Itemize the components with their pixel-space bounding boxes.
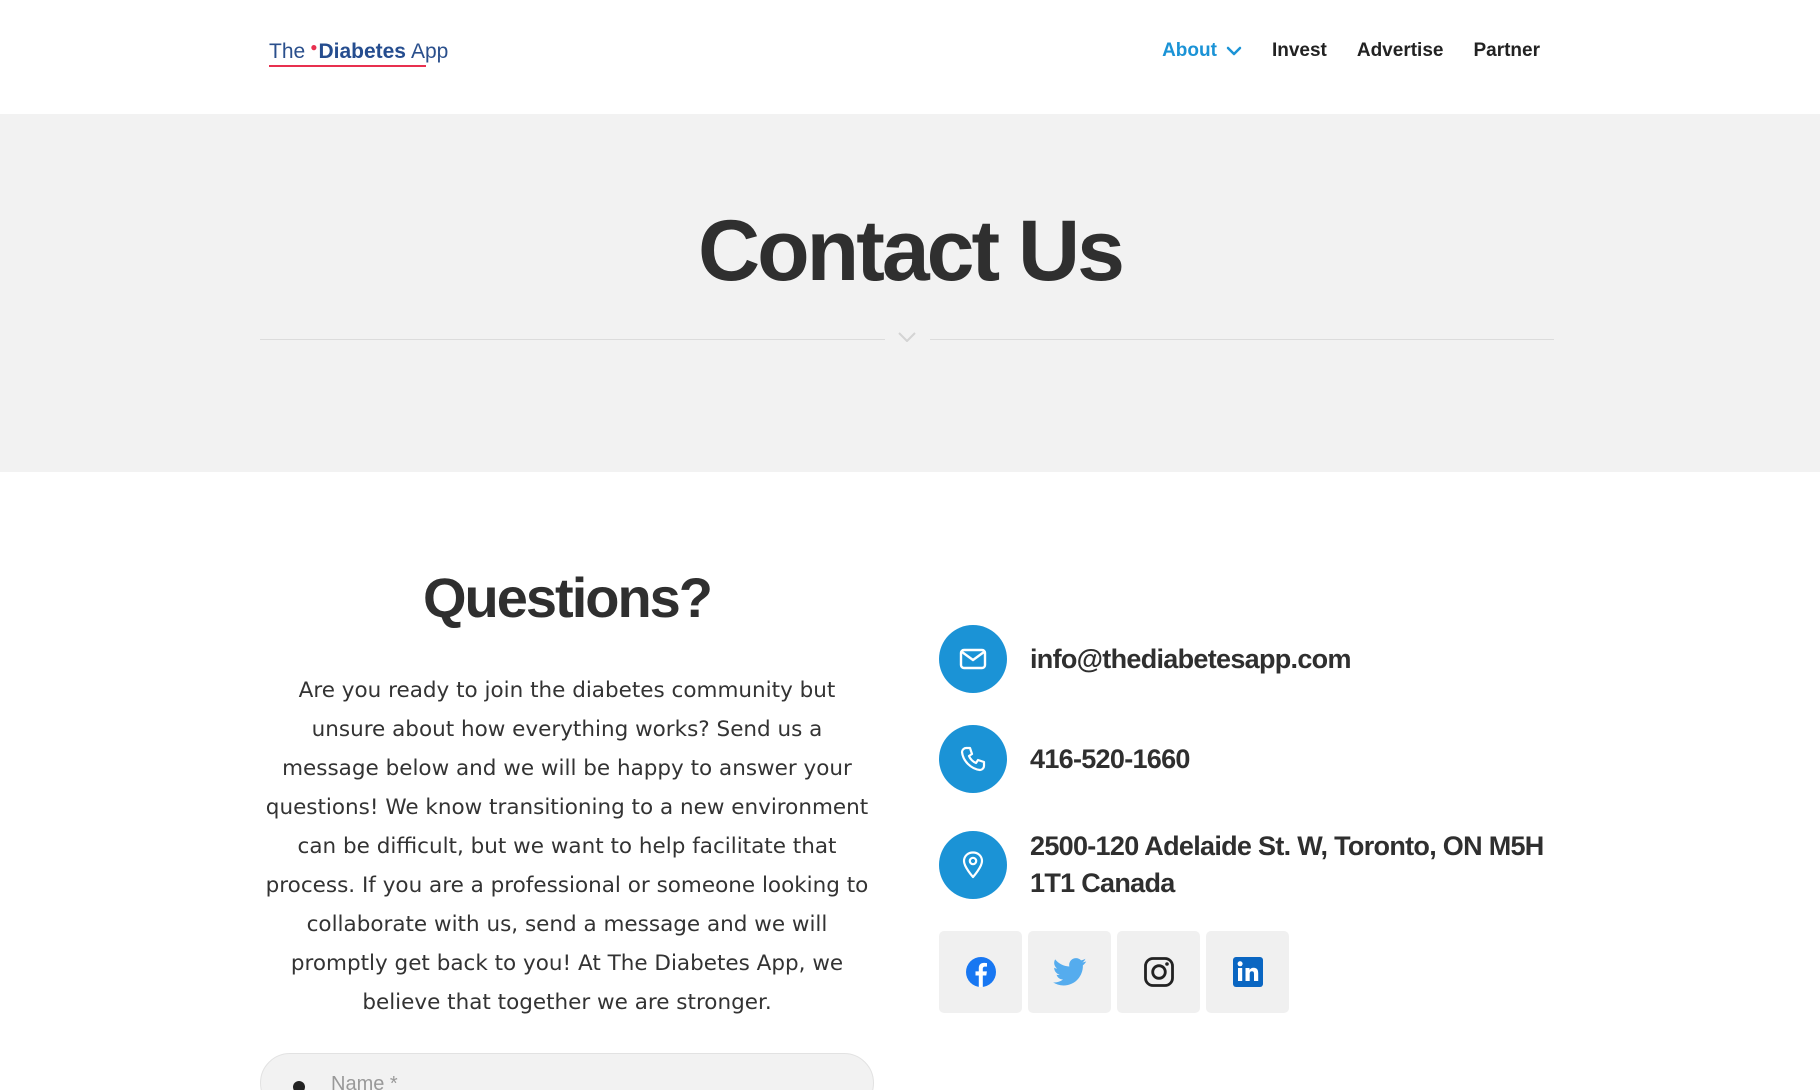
linkedin-icon — [1232, 957, 1263, 987]
twitter-icon — [1052, 958, 1086, 986]
contact-email-row[interactable]: info@thediabetesapp.com — [939, 625, 1351, 693]
site-logo[interactable]: The ● Diabetes App — [269, 40, 448, 64]
logo-text-diabetes: Diabetes — [318, 40, 406, 63]
nav-item-label: Partner — [1473, 40, 1540, 61]
contact-phone-row[interactable]: 416-520-1660 — [939, 725, 1190, 793]
logo-text-the: The — [269, 40, 306, 63]
phone-icon-circle — [939, 725, 1007, 793]
location-icon-circle — [939, 831, 1007, 899]
nav-item-partner[interactable]: Partner — [1473, 40, 1540, 62]
chevron-down-icon — [898, 332, 916, 342]
page-title: Contact Us — [698, 203, 1125, 299]
nav-item-label: Advertise — [1356, 40, 1444, 61]
divider-line-left — [260, 339, 885, 340]
divider-line-right — [930, 339, 1554, 340]
logo-text-app: App — [410, 40, 449, 63]
site-header: The ● Diabetes App About Invest Advertis… — [0, 0, 1820, 114]
nav-item-about[interactable]: About — [1162, 40, 1242, 62]
instagram-icon — [1143, 957, 1174, 987]
phone-icon — [960, 746, 986, 772]
email-icon-circle — [939, 625, 1007, 693]
contact-phone[interactable]: 416-520-1660 — [1030, 741, 1190, 778]
chevron-down-icon — [1226, 46, 1242, 56]
social-links — [939, 931, 1289, 1013]
nav-item-advertise[interactable]: Advertise — [1357, 40, 1444, 62]
main-nav: About Invest Advertise Partner — [1162, 40, 1540, 62]
instagram-button[interactable] — [1117, 931, 1200, 1013]
nav-item-invest[interactable]: Invest — [1272, 40, 1327, 62]
contact-address: 2500-120 Adelaide St. W, Toronto, ON M5H… — [1030, 831, 1544, 898]
name-input[interactable] — [331, 1068, 831, 1090]
contact-email[interactable]: info@thediabetesapp.com — [1030, 641, 1351, 678]
envelope-icon — [959, 648, 987, 670]
contact-address-row: 2500-120 Adelaide St. W, Toronto, ON M5H… — [939, 828, 1550, 902]
questions-description: Are you ready to join the diabetes commu… — [265, 678, 869, 1015]
questions-heading: Questions? — [422, 566, 713, 629]
linkedin-button[interactable] — [1206, 931, 1289, 1013]
blood-drop-icon: ● — [310, 40, 318, 54]
page-hero: Contact Us — [0, 114, 1820, 472]
nav-item-label: Invest — [1271, 40, 1327, 61]
map-pin-icon — [962, 851, 984, 879]
facebook-button[interactable] — [939, 931, 1022, 1013]
twitter-button[interactable] — [1028, 931, 1111, 1013]
facebook-icon — [965, 957, 996, 987]
name-field[interactable] — [260, 1053, 874, 1090]
logo-underline — [269, 65, 426, 67]
bullet-icon — [293, 1081, 305, 1090]
nav-item-label: About — [1162, 40, 1217, 61]
